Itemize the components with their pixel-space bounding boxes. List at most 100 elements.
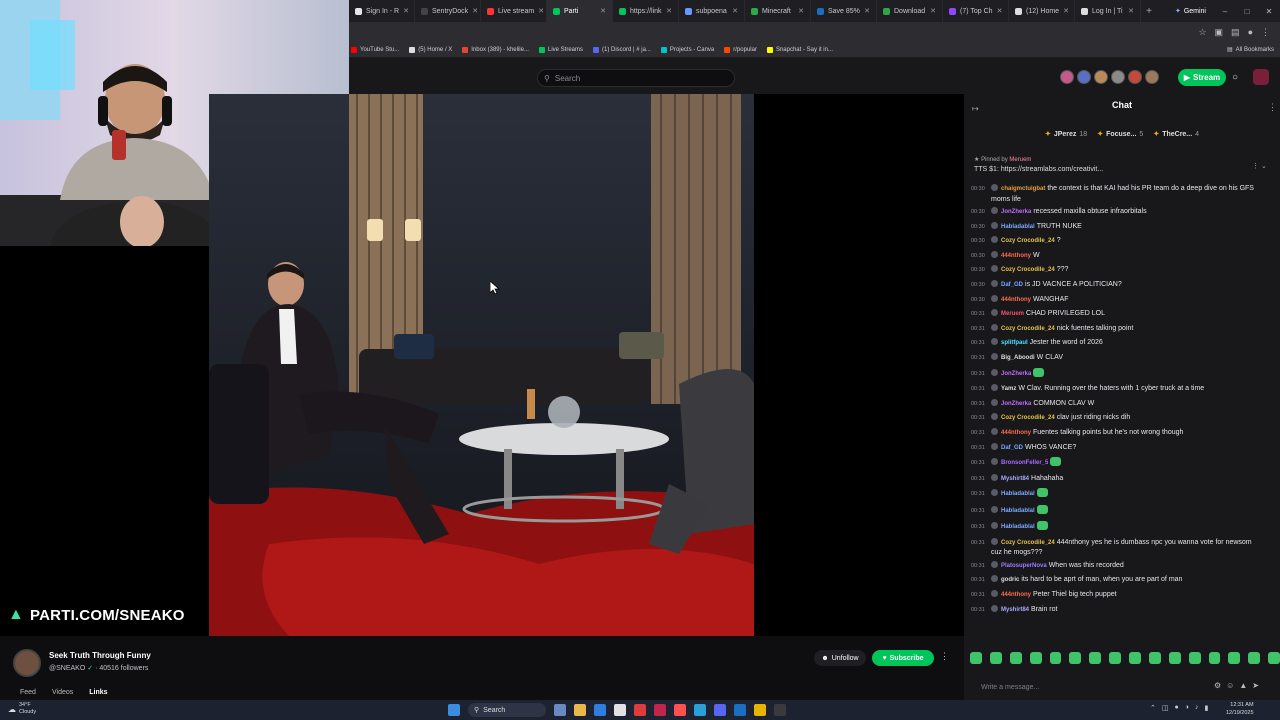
message-username[interactable]: Cozy Crocodile_24 [1001, 415, 1055, 421]
emote-icon[interactable] [1029, 652, 1042, 664]
leaderboard-entry[interactable]: ✦ TheCre... 4 [1153, 130, 1199, 139]
avatar[interactable] [1094, 70, 1108, 84]
messages-icon[interactable]: ○ [1232, 72, 1238, 83]
close-tab-icon[interactable]: ✕ [666, 7, 672, 15]
gift-icon[interactable]: ▲ [1239, 681, 1247, 690]
emoji-icon[interactable]: ☺ [1226, 681, 1234, 690]
battery-icon[interactable]: ▮ [1204, 704, 1208, 712]
avatar[interactable] [1077, 70, 1091, 84]
message-username[interactable]: 444nthony [1001, 297, 1031, 303]
settings-icon[interactable]: ⚙ [1214, 681, 1221, 690]
network-icon[interactable]: ◫ [1162, 704, 1169, 712]
emote-icon[interactable] [1188, 652, 1201, 664]
browser-tab[interactable]: SentryDock ✕ [415, 0, 481, 22]
close-tab-icon[interactable]: ✕ [1128, 7, 1134, 15]
bookmark-item[interactable]: YouTube Stu... [351, 46, 399, 53]
extensions-icon[interactable]: ▣ [1215, 27, 1224, 38]
message-username[interactable]: godric [1001, 577, 1019, 583]
pinned-controls-icon[interactable]: ⋮ ⌄ [1252, 162, 1267, 170]
video-player[interactable] [209, 94, 754, 636]
message-username[interactable]: Big_Aboodi [1001, 355, 1035, 361]
avatar[interactable] [1060, 70, 1074, 84]
maximize-icon[interactable]: □ [1236, 7, 1258, 16]
emote-icon[interactable] [1268, 652, 1280, 664]
close-tab-icon[interactable]: ✕ [403, 7, 409, 15]
message-username[interactable]: Habladablal [1001, 508, 1035, 514]
message-username[interactable]: JonZherka [1001, 209, 1031, 215]
message-username[interactable]: Habladablal [1001, 524, 1035, 530]
windows-start-icon[interactable] [448, 704, 460, 716]
message-username[interactable]: JonZherka [1001, 401, 1031, 407]
app-icon[interactable] [654, 704, 666, 716]
minimize-icon[interactable]: – [1214, 7, 1236, 16]
taskbar-clock[interactable]: 12:31 AM 12/19/2025 [1226, 701, 1254, 717]
close-tab-icon[interactable]: ✕ [472, 7, 478, 15]
chevron-up-icon[interactable]: ⌃ [1150, 704, 1156, 712]
message-username[interactable]: Cozy Crocodile_24 [1001, 540, 1055, 546]
app-icon[interactable] [694, 704, 706, 716]
browser-tab[interactable]: Log In | Ti ✕ [1075, 0, 1141, 22]
close-tab-icon[interactable]: ✕ [732, 7, 738, 15]
message-username[interactable]: Habladablal [1001, 491, 1035, 497]
emote-icon[interactable] [1228, 652, 1241, 664]
leaderboard-entry[interactable]: ✦ Focuse... 5 [1097, 130, 1143, 139]
send-icon[interactable]: ➤ [1252, 681, 1259, 690]
emote-icon[interactable] [970, 652, 982, 664]
gemini-button[interactable]: ✦ Gemini [1167, 7, 1214, 16]
browser-tab[interactable]: Sign In - R ✕ [349, 0, 415, 22]
more-options-icon[interactable]: ⋮ [940, 651, 949, 662]
browser-tab[interactable]: (12) Home ✕ [1009, 0, 1075, 22]
unfollow-button[interactable]: ☻ Unfollow [814, 650, 866, 666]
bookmark-item[interactable]: Projects - Canva [660, 46, 714, 53]
browser-tab[interactable]: Download ✕ [877, 0, 943, 22]
chat-settings-icon[interactable]: ⋮ [1268, 102, 1277, 113]
edge-icon[interactable] [594, 704, 606, 716]
tab-links[interactable]: Links [89, 689, 107, 696]
emote-icon[interactable] [1248, 652, 1261, 664]
avatar[interactable] [1145, 70, 1159, 84]
message-username[interactable]: 444nthony [1001, 253, 1031, 259]
capcut-icon[interactable] [674, 704, 686, 716]
message-username[interactable]: JonZherka [1001, 371, 1031, 377]
browser-tab[interactable]: Parti ✕ [547, 0, 613, 22]
tab-feed[interactable]: Feed [20, 689, 36, 696]
pinned-text[interactable]: TTS $1: https://streamlabs.com/creativit… [974, 166, 1274, 173]
app-tray-icon[interactable]: ● [1175, 704, 1179, 712]
bookmark-item[interactable]: Snapchat - Say it in... [766, 46, 833, 53]
message-username[interactable]: Myshirt84 [1001, 476, 1029, 482]
message-username[interactable]: Daf_GD [1001, 282, 1023, 288]
emote-icon[interactable] [989, 652, 1002, 664]
all-bookmarks-button[interactable]: ▤ All Bookmarks [1227, 46, 1280, 54]
chrome-icon[interactable] [754, 704, 766, 716]
message-username[interactable]: 444nthony [1001, 430, 1031, 436]
close-tab-icon[interactable]: ✕ [798, 7, 804, 15]
channel-avatar[interactable] [13, 649, 41, 677]
avatar[interactable] [1128, 70, 1142, 84]
file-explorer-icon[interactable] [574, 704, 586, 716]
avatar[interactable] [1111, 70, 1125, 84]
browser-tab[interactable]: (7) Top Ch ✕ [943, 0, 1009, 22]
browser-tab[interactable]: Live stream ✕ [481, 0, 547, 22]
close-tab-icon[interactable]: ✕ [600, 7, 606, 15]
browser-tab[interactable]: Save 85% ✕ [811, 0, 877, 22]
profile-icon[interactable]: ● [1248, 27, 1253, 37]
message-username[interactable]: Habladablal [1001, 224, 1035, 230]
close-window-icon[interactable]: ✕ [1258, 7, 1280, 16]
message-username[interactable]: Myshirt84 [1001, 607, 1029, 613]
close-tab-icon[interactable]: ✕ [930, 7, 936, 15]
channel-handle[interactable]: @SNEAKO [49, 665, 85, 672]
steam-icon[interactable] [734, 704, 746, 716]
browser-tab[interactable]: Minecraft ✕ [745, 0, 811, 22]
emote-icon[interactable] [1148, 652, 1161, 664]
browser-tab[interactable]: subpoena ✕ [679, 0, 745, 22]
bookmark-item[interactable]: Inbox (389) - khelile... [462, 46, 529, 53]
message-username[interactable]: BronsonFeller_5 [1001, 460, 1048, 466]
bookmark-star-icon[interactable]: ☆ [1198, 27, 1206, 38]
message-username[interactable]: Yamz [1001, 386, 1016, 392]
taskbar-search[interactable]: ⚲ Search [468, 703, 546, 717]
message-username[interactable]: Meruem [1001, 311, 1024, 317]
tab-videos[interactable]: Videos [52, 689, 73, 696]
new-tab-button[interactable]: + [1141, 6, 1157, 17]
sidebar-icon[interactable]: ▤ [1231, 27, 1240, 38]
emote-icon[interactable] [1109, 652, 1121, 664]
